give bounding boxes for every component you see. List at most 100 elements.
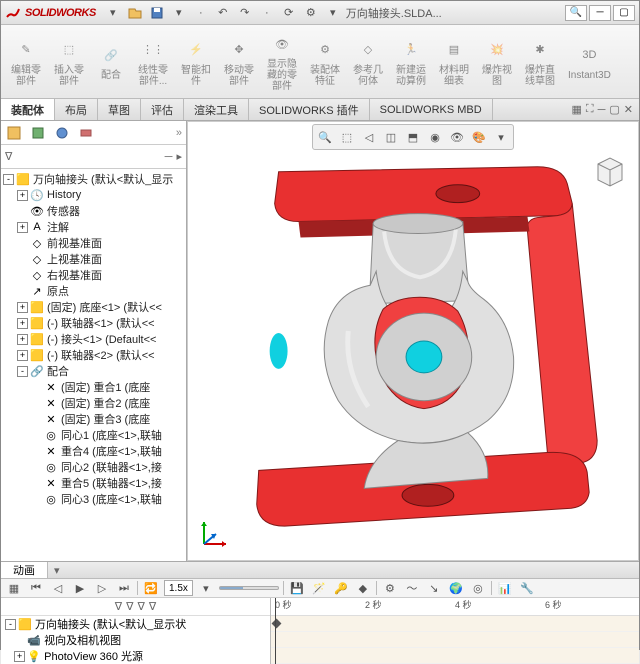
view-orient-icon[interactable]: ⬒ (403, 127, 423, 147)
qat-options-icon[interactable]: ⚙ (302, 4, 320, 22)
expand-icon[interactable]: - (17, 366, 28, 377)
autokey-icon[interactable]: 🔑 (332, 579, 350, 597)
expand-icon[interactable]: + (14, 651, 25, 662)
save-anim-icon[interactable]: 💾 (288, 579, 306, 597)
tree-item-15[interactable]: ◎同心1 (底座<1>,联轴 (3, 427, 184, 443)
fm-tab-disp-icon[interactable] (77, 124, 95, 142)
fm-more-icon[interactable]: ▸ (176, 150, 182, 163)
tree-item-3[interactable]: ◇前视基准面 (3, 235, 184, 251)
timeline-tracks[interactable]: 0 秒2 秒4 秒6 秒 (271, 598, 639, 664)
tree-item-2[interactable]: +A注解 (3, 219, 184, 235)
timeline-scrubber[interactable] (275, 598, 276, 664)
qat-save-icon[interactable] (148, 4, 166, 22)
tl-row-2[interactable]: +💡 PhotoView 360 光源 (1, 648, 270, 664)
tree-item-16[interactable]: ✕重合4 (底座<1>,联轴 (3, 443, 184, 459)
tree-item-17[interactable]: ◎同心2 (联轴器<1>,接 (3, 459, 184, 475)
qat-more-icon[interactable]: ▾ (324, 4, 342, 22)
skip-start-icon[interactable]: ⏮ (27, 579, 45, 597)
wizard-icon[interactable]: 🪄 (310, 579, 328, 597)
expand-icon[interactable]: + (17, 190, 28, 201)
tab-0[interactable]: 装配体 (1, 99, 55, 120)
results-icon[interactable]: 📊 (496, 579, 514, 597)
motion-tab-anim[interactable]: 动画 (1, 562, 48, 578)
tab-5[interactable]: SOLIDWORKS 插件 (249, 99, 370, 120)
tree-item-0[interactable]: +🕓History (3, 187, 184, 203)
settings-icon[interactable]: 🔧 (518, 579, 536, 597)
appearance-icon[interactable]: 🎨 (469, 127, 489, 147)
tree-item-14[interactable]: ✕(固定) 重合3 (底座 (3, 411, 184, 427)
ribbon-cube[interactable]: ⬚插入零 部件 (48, 27, 90, 96)
tree-item-10[interactable]: +🟨(-) 联轴器<2> (默认<< (3, 347, 184, 363)
zoom-area-icon[interactable]: ⬚ (337, 127, 357, 147)
tree-item-13[interactable]: ✕(固定) 重合2 (底座 (3, 395, 184, 411)
search-icon[interactable]: 🔍 (565, 5, 587, 21)
tl-track-cam[interactable] (271, 632, 639, 648)
expand-icon[interactable]: - (5, 619, 16, 630)
expand-icon[interactable]: + (17, 318, 28, 329)
tab-3[interactable]: 评估 (141, 99, 184, 120)
expand-icon[interactable]: + (17, 222, 28, 233)
tab-6[interactable]: SOLIDWORKS MBD (370, 99, 493, 120)
speed-dd-icon[interactable]: ▾ (197, 579, 215, 597)
fm-tab-prop-icon[interactable] (53, 124, 71, 142)
scene-icon[interactable]: ▾ (491, 127, 511, 147)
tl-track-light[interactable] (271, 648, 639, 664)
ribbon-explode[interactable]: 💥爆炸视 图 (476, 27, 518, 96)
fm-tab-config-icon[interactable] (29, 124, 47, 142)
tab-4[interactable]: 渲染工具 (184, 99, 249, 120)
motion-tab-dropdown-icon[interactable]: ▾ (48, 562, 66, 578)
viewport[interactable]: 🔍 ⬚ ◁ ◫ ⬒ ◉ 👁 🎨 ▾ (187, 121, 639, 561)
prev-view-icon[interactable]: ◁ (359, 127, 379, 147)
timeline-ruler[interactable]: 0 秒2 秒4 秒6 秒 (271, 598, 639, 616)
ribbon-i3d[interactable]: 3DInstant3D (562, 27, 617, 96)
feature-tree[interactable]: -🟨万向轴接头 (默认<默认_显示+🕓History👁传感器+A注解◇前视基准面… (1, 169, 186, 561)
fm-tab-tree-icon[interactable] (5, 124, 23, 142)
calc-icon[interactable]: ▦ (5, 579, 23, 597)
tl-filter1-icon[interactable]: ∇ (115, 600, 122, 613)
keyframe[interactable] (272, 619, 282, 629)
next-frame-icon[interactable]: ▷ (93, 579, 111, 597)
vp-grid-icon[interactable]: ▦ (571, 103, 581, 116)
tl-filter3-icon[interactable]: ∇ (138, 600, 145, 613)
maximize-button[interactable]: ▢ (613, 5, 635, 21)
ribbon-motion[interactable]: 🏃新建运 动算例 (390, 27, 432, 96)
qat-undo-icon[interactable]: ↶ (214, 4, 232, 22)
tab-1[interactable]: 布局 (55, 99, 98, 120)
tree-item-12[interactable]: ✕(固定) 重合1 (底座 (3, 379, 184, 395)
tree-item-8[interactable]: +🟨(-) 联轴器<1> (默认<< (3, 315, 184, 331)
speed-slider[interactable] (219, 586, 279, 590)
ribbon-feat[interactable]: ⚙装配体 特征 (304, 27, 346, 96)
motor-icon[interactable]: ⚙ (381, 579, 399, 597)
expand-icon[interactable]: - (3, 174, 14, 185)
expand-icon[interactable]: + (17, 334, 28, 345)
ribbon-vis[interactable]: 👁显示隐 藏的零 部件 (261, 27, 303, 96)
force-icon[interactable]: ↘ (425, 579, 443, 597)
section-icon[interactable]: ◫ (381, 127, 401, 147)
spring-icon[interactable]: 〜 (403, 579, 421, 597)
ribbon-bom[interactable]: ▤材料明 细表 (433, 27, 475, 96)
play-icon[interactable]: ▶ (71, 579, 89, 597)
ribbon-mate[interactable]: 🔗配合 (91, 27, 131, 96)
ribbon-refgeom[interactable]: ◇参考几 何体 (347, 27, 389, 96)
tree-item-7[interactable]: +🟨(固定) 底座<1> (默认<< (3, 299, 184, 315)
tab-2[interactable]: 草图 (98, 99, 141, 120)
view-cube[interactable] (590, 150, 630, 190)
tree-item-1[interactable]: 👁传感器 (3, 203, 184, 219)
timeline-tree[interactable]: ∇ ∇ ∇ ∇ -🟨万向轴接头 (默认<默认_显示状 📹 视向及相机视图 +💡 … (1, 598, 271, 664)
tree-item-11[interactable]: -🔗配合 (3, 363, 184, 379)
tl-row-0[interactable]: -🟨万向轴接头 (默认<默认_显示状 (1, 616, 270, 632)
prev-frame-icon[interactable]: ◁ (49, 579, 67, 597)
tl-row-1[interactable]: 📹 视向及相机视图 (1, 632, 270, 648)
doc-max-icon[interactable]: ▢ (609, 103, 619, 116)
ribbon-expline[interactable]: ✱爆炸直 线草图 (519, 27, 561, 96)
ribbon-move[interactable]: ✥移动零 部件 (218, 27, 260, 96)
qat-rebuild-icon[interactable]: ⟳ (280, 4, 298, 22)
contact-icon[interactable]: ◎ (469, 579, 487, 597)
gravity-icon[interactable]: 🌍 (447, 579, 465, 597)
tl-filter4-icon[interactable]: ∇ (149, 600, 156, 613)
addkey-icon[interactable]: ◆ (354, 579, 372, 597)
ribbon-edit[interactable]: ✎编辑零 部件 (5, 27, 47, 96)
doc-min-icon[interactable]: ─ (598, 104, 606, 116)
tl-filter2-icon[interactable]: ∇ (126, 600, 133, 613)
qat-print-icon[interactable]: ▾ (170, 4, 188, 22)
